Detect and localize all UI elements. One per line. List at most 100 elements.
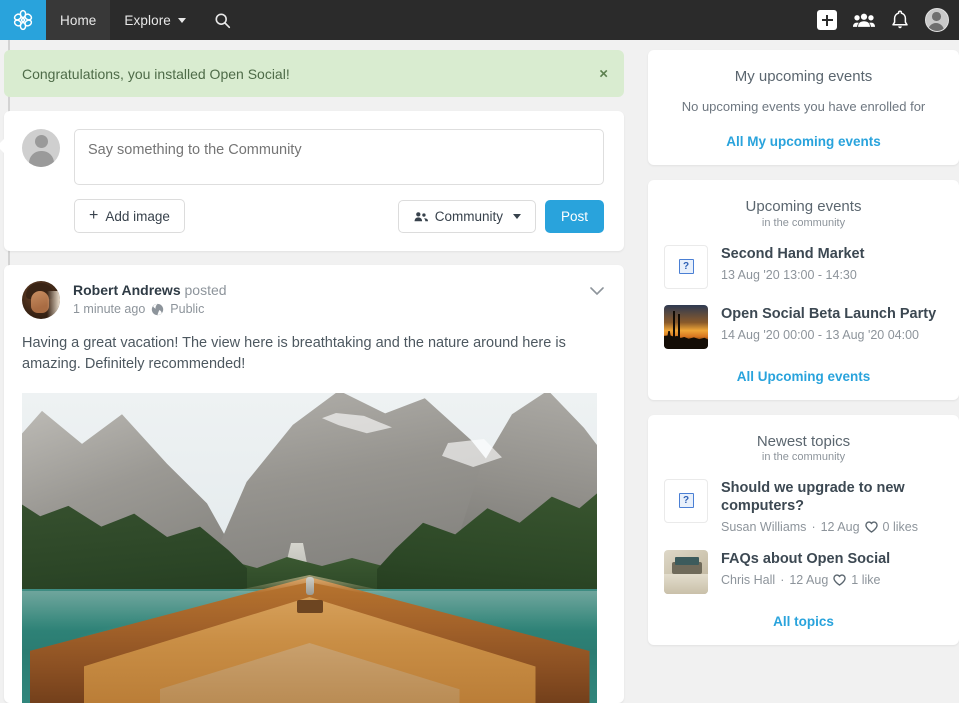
- list-item[interactable]: FAQs about Open Social Chris Hall · 12 A…: [664, 550, 943, 594]
- nav-item-explore-label: Explore: [124, 12, 171, 28]
- broken-image-glyph: ?: [678, 259, 694, 274]
- status-alert: Congratulations, you installed Open Soci…: [4, 50, 624, 97]
- post-submeta: 1 minute ago Public: [73, 302, 227, 316]
- meta-separator: ·: [811, 520, 816, 534]
- post-submit-button[interactable]: Post: [544, 199, 604, 233]
- primary-nav: Home Explore: [46, 0, 245, 40]
- main-content-column: Congratulations, you installed Open Soci…: [0, 50, 624, 703]
- thumb-pole: [673, 310, 675, 337]
- composer-row: [22, 129, 604, 185]
- topic-author: Susan Williams: [721, 520, 807, 534]
- groups-icon: [853, 12, 875, 28]
- event-text: Second Hand Market 13 Aug '20 13:00 - 14…: [721, 245, 864, 282]
- chevron-down-icon: [512, 213, 521, 219]
- add-content-button[interactable]: [817, 10, 837, 30]
- image-boat: [22, 575, 597, 703]
- event-title[interactable]: Open Social Beta Launch Party: [721, 305, 936, 323]
- topic-thumbnail: [664, 550, 708, 594]
- list-item[interactable]: Open Social Beta Launch Party 14 Aug '20…: [664, 304, 943, 349]
- post-visibility: Public: [170, 302, 205, 316]
- broken-image-icon: ?: [664, 478, 708, 523]
- plus-icon[interactable]: [817, 10, 837, 30]
- activity-post-card: Robert Andrews posted 1 minute ago Publi…: [4, 265, 624, 703]
- right-sidebar: My upcoming events No upcoming events yo…: [648, 50, 959, 660]
- thumb-wall: [664, 574, 708, 594]
- all-upcoming-events-link[interactable]: All Upcoming events: [664, 369, 943, 384]
- current-user-avatar: [22, 129, 60, 167]
- post-author-name[interactable]: Robert Andrews: [73, 282, 181, 298]
- search-icon: [214, 12, 231, 29]
- topic-text: Should we upgrade to new computers? Susa…: [721, 479, 943, 534]
- close-icon[interactable]: ×: [599, 66, 608, 81]
- nav-item-home[interactable]: Home: [46, 0, 111, 40]
- my-upcoming-events-card: My upcoming events No upcoming events yo…: [648, 50, 959, 166]
- event-thumbnail: [664, 304, 708, 349]
- post-author-avatar[interactable]: [22, 281, 60, 319]
- nav-item-home-label: Home: [60, 12, 97, 28]
- newest-topics-subtitle: in the community: [761, 450, 846, 463]
- topic-date: 12 Aug: [820, 520, 860, 534]
- topic-title[interactable]: Should we upgrade to new computers?: [721, 479, 943, 515]
- heart-icon: [864, 521, 878, 533]
- all-topics-link[interactable]: All topics: [664, 614, 943, 629]
- topic-likes: 1 like: [851, 573, 881, 588]
- topic-likes: 0 likes: [882, 520, 918, 534]
- event-title[interactable]: Second Hand Market: [721, 245, 864, 263]
- all-my-upcoming-events-link[interactable]: All My upcoming events: [664, 134, 943, 149]
- top-navbar: Home Explore: [0, 0, 959, 40]
- broken-image-glyph: ?: [678, 493, 694, 509]
- composer-actions: + Add image Community Post: [22, 199, 604, 233]
- topic-date: 12 Aug: [789, 573, 829, 588]
- visibility-label: Community: [434, 208, 503, 224]
- thumb-silhouette: [664, 330, 708, 349]
- post-message-input[interactable]: [74, 129, 604, 185]
- upcoming-events-title: Upcoming events: [745, 198, 862, 216]
- status-alert-message: Congratulations, you installed Open Soci…: [22, 65, 290, 82]
- event-datetime: 14 Aug '20 00:00 - 13 Aug '20 04:00: [721, 327, 919, 342]
- navbar-spacer: [245, 0, 817, 40]
- topic-meta: Chris Hall · 12 Aug 1 like: [721, 573, 890, 587]
- plus-icon: +: [89, 207, 99, 224]
- nav-item-explore[interactable]: Explore: [110, 0, 199, 40]
- post-author-line: Robert Andrews posted: [73, 282, 227, 298]
- globe-icon: [151, 303, 164, 316]
- add-image-label: Add image: [105, 208, 170, 224]
- post-body-text: Having a great vacation! The view here i…: [22, 335, 566, 373]
- topic-meta: Susan Williams · 12 Aug 0 likes: [721, 520, 943, 534]
- topic-title[interactable]: FAQs about Open Social: [721, 550, 890, 568]
- thumb-pole-2: [678, 313, 680, 338]
- newest-topics-title: Newest topics: [756, 432, 851, 450]
- list-item[interactable]: ? Second Hand Market 13 Aug '20 13:00 - …: [664, 244, 943, 289]
- page-body: Congratulations, you installed Open Soci…: [0, 40, 959, 703]
- boat-seat: [296, 600, 323, 614]
- search-button[interactable]: [200, 0, 245, 40]
- upcoming-events-subtitle: in the community: [761, 216, 846, 229]
- user-avatar-icon[interactable]: [925, 8, 949, 32]
- groups-icon: [413, 211, 428, 222]
- notifications-button[interactable]: [891, 10, 909, 30]
- groups-button[interactable]: [853, 12, 875, 28]
- post-action-label: posted: [184, 282, 227, 298]
- add-image-button[interactable]: + Add image: [74, 199, 185, 233]
- newest-topics-card: Newest topics in the community ? Should …: [648, 414, 959, 645]
- heart-icon: [833, 574, 847, 586]
- upcoming-events-card: Upcoming events in the community ? Secon…: [648, 180, 959, 400]
- my-upcoming-events-empty: No upcoming events you have enrolled for: [681, 99, 926, 115]
- post-options-chevron-down-icon[interactable]: [590, 287, 604, 296]
- notifications-bell-icon: [891, 10, 909, 30]
- boat-knob: [305, 577, 314, 596]
- avatar-highlight: [47, 291, 60, 319]
- visibility-select[interactable]: Community: [397, 199, 536, 233]
- event-text: Open Social Beta Launch Party 14 Aug '20…: [721, 305, 936, 342]
- post-attached-image[interactable]: [22, 393, 597, 703]
- post-header: Robert Andrews posted 1 minute ago Publi…: [22, 281, 606, 319]
- meta-separator: ·: [780, 573, 785, 588]
- post-meta: Robert Andrews posted 1 minute ago Publi…: [73, 281, 227, 316]
- site-logo[interactable]: [0, 0, 46, 40]
- post-composer-card: + Add image Community: [0, 111, 624, 251]
- topic-text: FAQs about Open Social Chris Hall · 12 A…: [721, 550, 890, 587]
- topic-author: Chris Hall: [721, 573, 776, 588]
- thumb-screen: [675, 557, 699, 565]
- list-item[interactable]: ? Should we upgrade to new computers? Su…: [664, 478, 943, 534]
- broken-image-icon: ?: [664, 244, 708, 289]
